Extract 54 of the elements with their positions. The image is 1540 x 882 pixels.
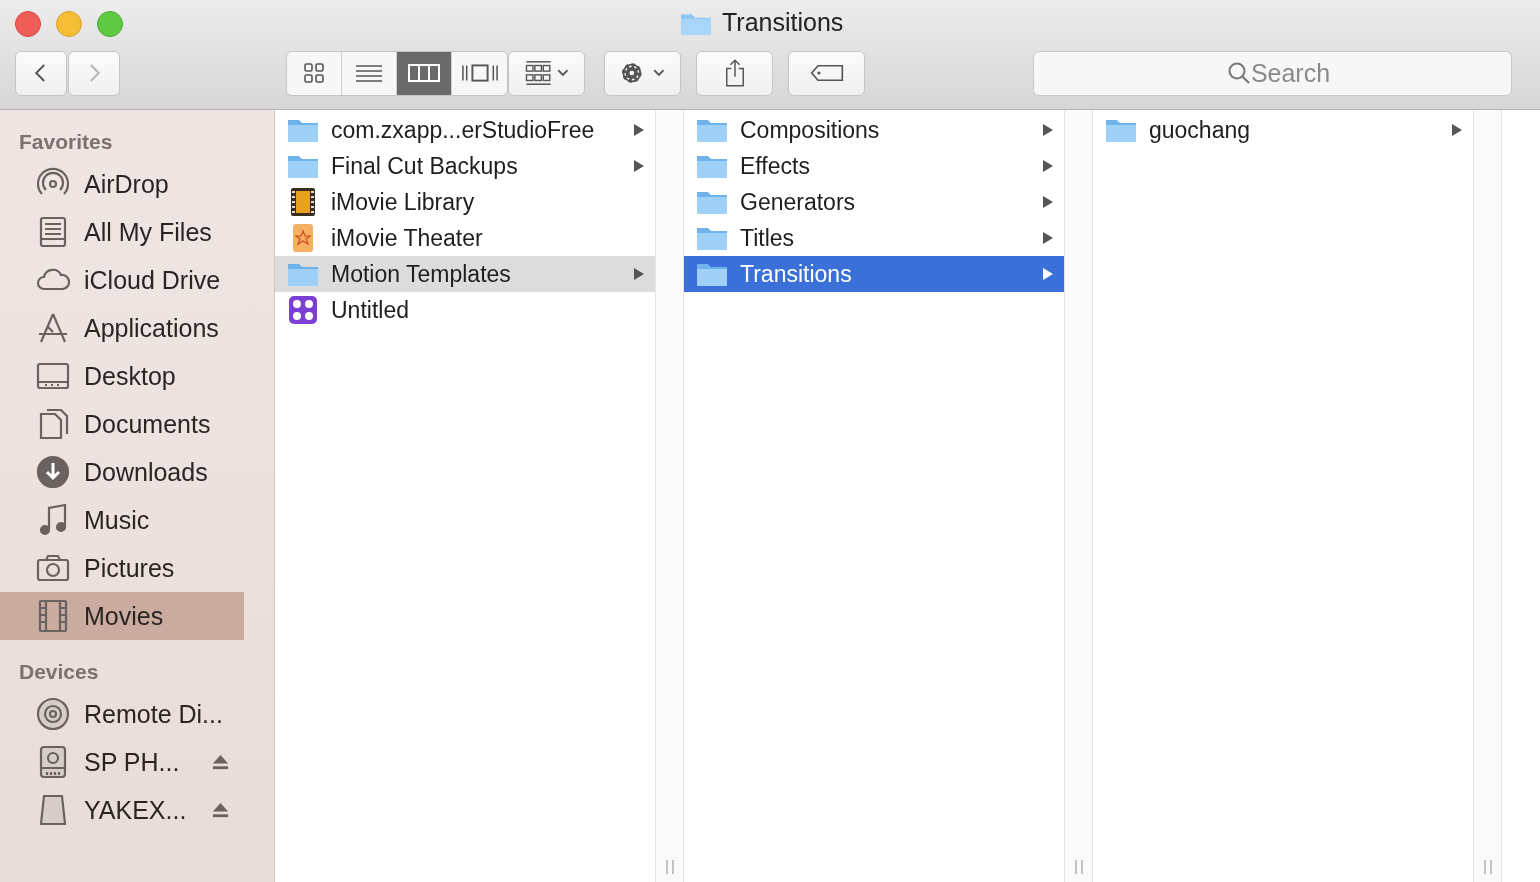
sidebar-item[interactable]: Music (0, 496, 244, 544)
sidebar-item[interactable]: Documents (0, 400, 244, 448)
sidebar-item[interactable]: Pictures (0, 544, 244, 592)
grid-icon (302, 61, 326, 85)
close-button[interactable] (15, 11, 41, 37)
search-icon (1227, 60, 1251, 85)
sidebar-item[interactable]: Remote Di... (0, 690, 244, 738)
zoom-button[interactable] (97, 11, 123, 37)
back-button[interactable] (15, 50, 67, 96)
file-item[interactable]: Compositions (684, 112, 1064, 148)
disc-icon (35, 696, 71, 732)
sidebar-section-title: Devices (18, 659, 100, 685)
app-grid-icon (287, 294, 319, 326)
columns-icon (407, 61, 441, 85)
file-item[interactable]: iMovie Theater (275, 220, 655, 256)
sidebar-item[interactable]: Desktop (0, 352, 244, 400)
share-button[interactable] (696, 50, 773, 96)
eject-icon[interactable] (211, 800, 230, 820)
sidebar-item[interactable]: All My Files (0, 208, 244, 256)
arrange-button[interactable] (508, 50, 585, 96)
file-item[interactable]: Untitled (275, 292, 655, 328)
share-icon (723, 58, 746, 88)
download-icon (35, 454, 71, 490)
gallery-view-button[interactable] (452, 51, 507, 95)
column-resize-handle[interactable] (1073, 860, 1084, 874)
search-field[interactable]: Search (1033, 50, 1512, 96)
file-item[interactable]: Effects (684, 148, 1064, 184)
sidebar-item[interactable]: AirDrop (0, 160, 244, 208)
column-resize-handle[interactable] (1482, 860, 1493, 874)
icons-view-button[interactable] (287, 51, 342, 95)
file-item[interactable]: Motion Templates (275, 256, 655, 292)
file-item[interactable]: Titles (684, 220, 1064, 256)
tag-icon (808, 62, 845, 84)
eject-icon[interactable] (211, 752, 230, 772)
action-button[interactable] (604, 50, 681, 96)
sidebar-item[interactable]: YAKEX... (0, 786, 244, 834)
file-item[interactable]: guochang (1093, 112, 1473, 148)
list-view-button[interactable] (342, 51, 397, 95)
file-item[interactable]: iMovie Library (275, 184, 655, 220)
tag-button[interactable] (788, 50, 865, 96)
sidebar-section-title: Favorites (18, 129, 114, 155)
window-title: Transitions (722, 8, 844, 37)
sidebar-item[interactable]: Movies (0, 592, 244, 640)
file-item[interactable]: com.zxapp...erStudioFree (275, 112, 655, 148)
columns-view-button[interactable] (397, 51, 452, 95)
sidebar-item[interactable]: SP PH... (0, 738, 244, 786)
column-resize-handle[interactable] (664, 860, 675, 874)
sidebar-item[interactable]: iCloud Drive (0, 256, 244, 304)
file-item[interactable]: Transitions (684, 256, 1064, 292)
sidebar-item[interactable]: Applications (0, 304, 244, 352)
sidebar-item[interactable]: Downloads (0, 448, 244, 496)
file-item[interactable]: Generators (684, 184, 1064, 220)
file-item[interactable]: Final Cut Backups (275, 148, 655, 184)
gallery-icon (460, 61, 499, 85)
